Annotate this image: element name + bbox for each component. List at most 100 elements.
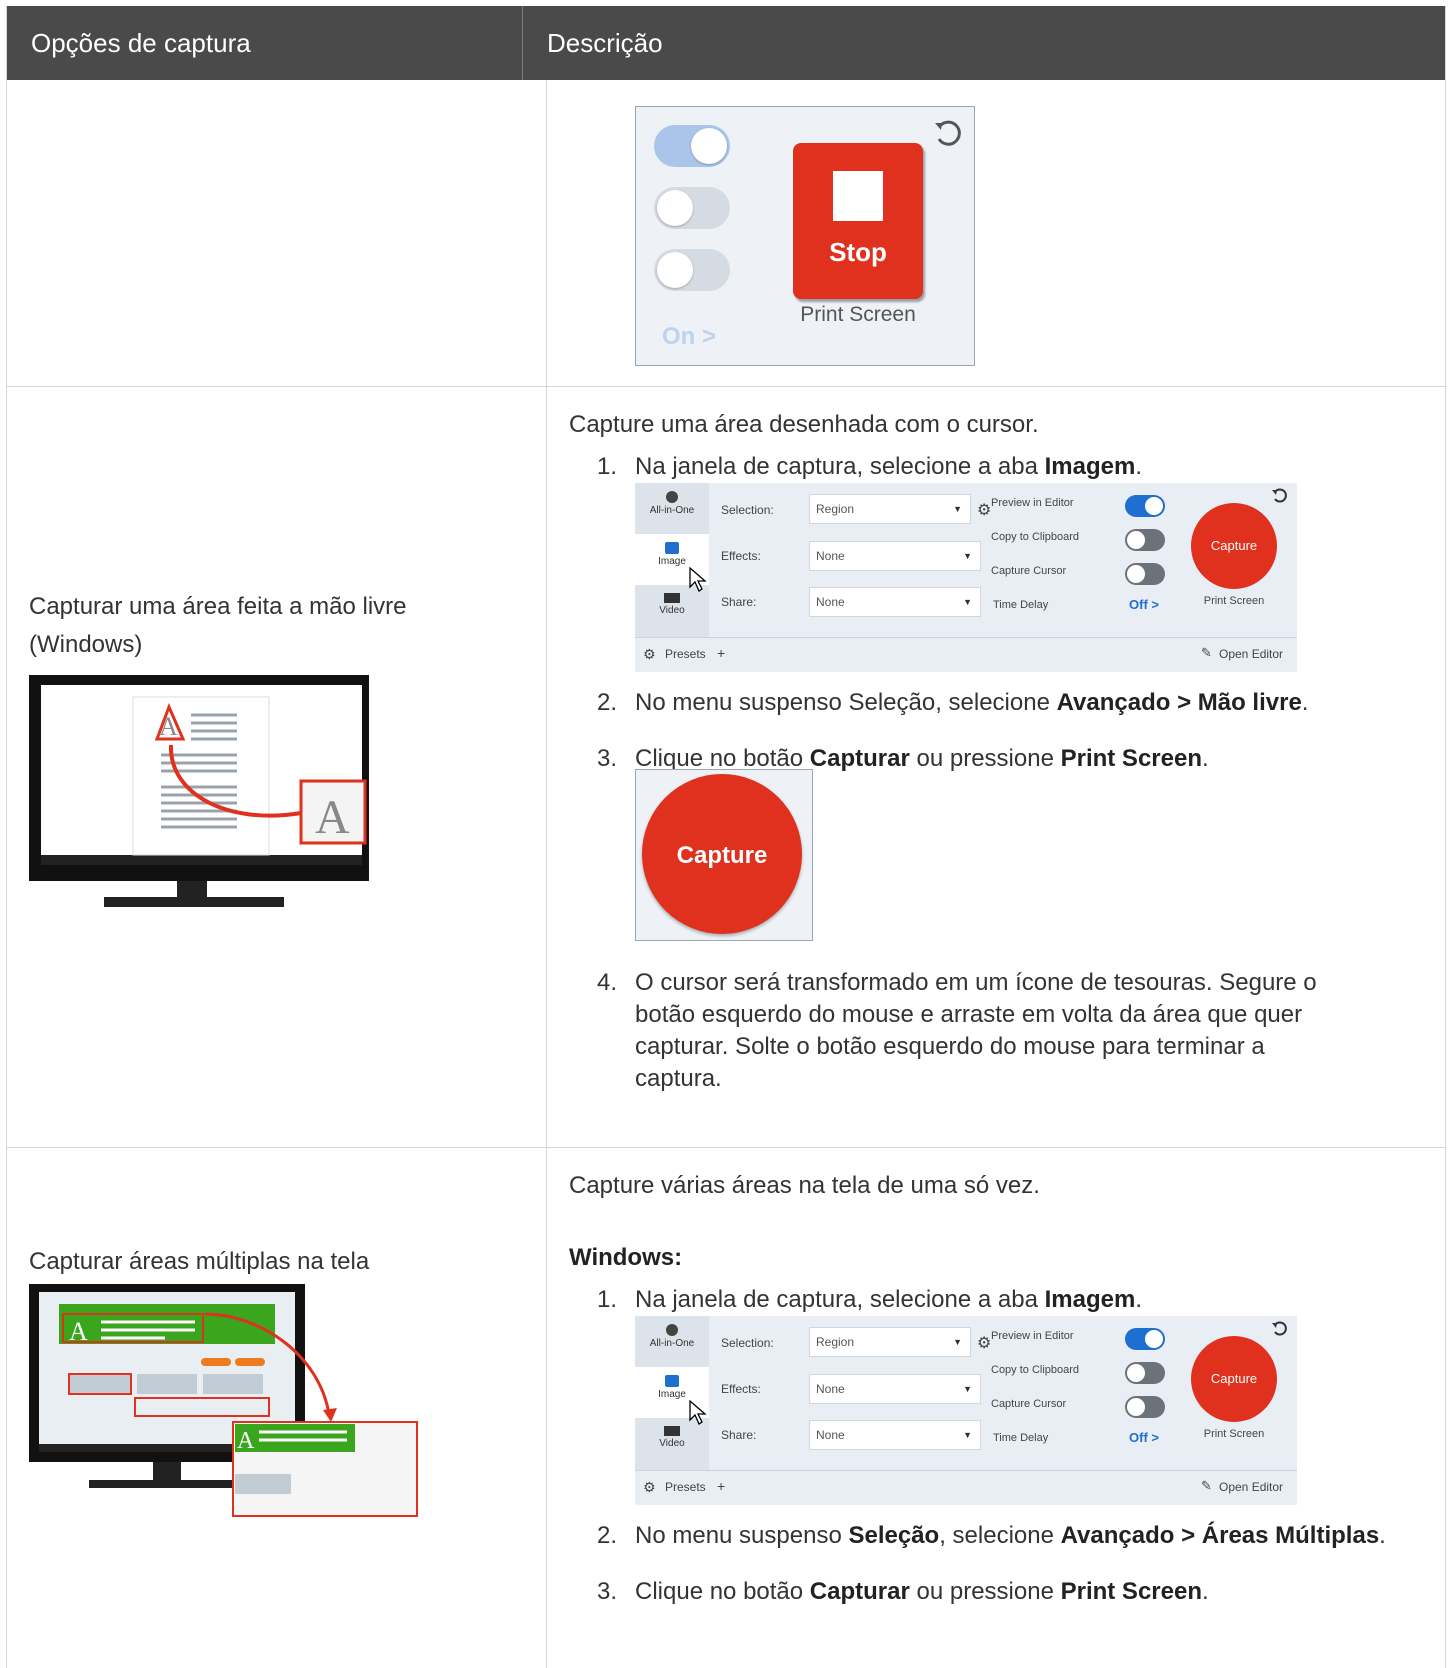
svg-text:A: A xyxy=(237,1428,255,1454)
table-row: Capturar áreas múltiplas na tela A A Cap… xyxy=(7,1148,1445,1668)
effects-dropdown[interactable]: None ▼ xyxy=(809,1374,981,1404)
svg-text:A: A xyxy=(159,712,178,741)
toggle-switch[interactable] xyxy=(654,187,730,229)
add-preset-button[interactable]: + xyxy=(717,645,725,661)
share-label: Share: xyxy=(721,595,757,609)
share-dropdown[interactable]: None ▼ xyxy=(809,1420,981,1450)
capture-cursor-label: Capture Cursor xyxy=(991,565,1067,577)
step-number: 2. xyxy=(597,689,618,716)
freehand-monitor-illustration: A A xyxy=(29,675,369,907)
mouse-pointer-icon xyxy=(689,1400,707,1425)
open-editor-button[interactable]: Open Editor xyxy=(1219,1480,1283,1494)
recording-stop-widget: On > Stop Print Screen xyxy=(635,106,975,366)
step-number: 3. xyxy=(597,1578,618,1605)
selection-label: Selection: xyxy=(721,503,774,517)
capture-cursor-label: Capture Cursor xyxy=(991,1398,1067,1410)
time-delay-value[interactable]: Off > xyxy=(1129,1430,1159,1445)
header-capture-options: Opções de captura xyxy=(7,6,523,80)
open-editor-button[interactable]: Open Editor xyxy=(1219,647,1283,661)
reset-icon[interactable] xyxy=(1271,487,1289,505)
gear-icon[interactable]: ⚙ xyxy=(977,500,991,520)
step-number: 4. xyxy=(597,969,618,996)
tab-all-in-one[interactable]: All-in-One xyxy=(635,483,709,534)
step-4-line: capturar. Solte o botão esquerdo do mous… xyxy=(635,1033,1265,1060)
effects-label: Effects: xyxy=(721,1382,761,1396)
option-cell xyxy=(7,80,547,386)
effects-dropdown[interactable]: None ▼ xyxy=(809,541,981,571)
preview-in-editor-toggle[interactable] xyxy=(1125,495,1165,517)
tab-all-in-one[interactable]: All-in-One xyxy=(635,1316,709,1367)
reset-icon[interactable] xyxy=(1271,1320,1289,1338)
stop-label: Stop xyxy=(829,237,887,267)
intro-text: Capture uma área desenhada com o cursor. xyxy=(569,411,1039,438)
table-row: Capturar uma área feita a mão livre (Win… xyxy=(7,387,1445,1148)
option-title-2: (Windows) xyxy=(29,631,143,658)
time-delay-value[interactable]: Off > xyxy=(1129,597,1159,612)
print-screen-label: Print Screen xyxy=(1203,1428,1265,1440)
step-2: No menu suspenso Seleção, selecione Avan… xyxy=(635,1522,1386,1549)
capture-button-closeup: Capture xyxy=(635,769,813,941)
presets-button[interactable]: Presets xyxy=(665,647,706,661)
gear-icon[interactable]: ⚙ xyxy=(977,1333,991,1353)
svg-text:A: A xyxy=(315,791,350,844)
selection-dropdown[interactable]: Region ▼ xyxy=(809,494,971,524)
time-delay-label: Time Delay xyxy=(993,1432,1049,1444)
copy-to-clipboard-toggle[interactable] xyxy=(1125,1362,1165,1384)
print-screen-label: Print Screen xyxy=(1203,595,1265,607)
camera-icon xyxy=(665,542,679,554)
capture-button[interactable]: Capture xyxy=(1191,1336,1277,1422)
add-preset-button[interactable]: + xyxy=(717,1478,725,1494)
header-description: Descrição xyxy=(547,28,663,58)
step-2: No menu suspenso Seleção, selecione Avan… xyxy=(635,689,1309,716)
intro-text: Capture várias áreas na tela de uma só v… xyxy=(569,1172,1040,1199)
option-title: Capturar uma área feita a mão livre xyxy=(29,593,407,620)
copy-to-clipboard-toggle[interactable] xyxy=(1125,529,1165,551)
toggle-switch[interactable] xyxy=(654,125,730,167)
snagit-capture-panel: All-in-One Image Video Selection: Region… xyxy=(635,1316,1297,1505)
step-number: 2. xyxy=(597,1522,618,1549)
option-cell: Capturar áreas múltiplas na tela A A xyxy=(7,1148,547,1668)
table-header: Opções de captura Descrição xyxy=(7,6,1445,80)
step-3: Clique no botão Capturar ou pressione Pr… xyxy=(635,1578,1209,1605)
step-4-line: captura. xyxy=(635,1065,722,1092)
description-cell: On > Stop Print Screen xyxy=(547,80,1445,386)
preview-in-editor-label: Preview in Editor xyxy=(991,497,1074,509)
capture-button[interactable]: Capture xyxy=(642,774,802,934)
toggle-switch[interactable] xyxy=(654,249,730,291)
print-screen-label: Print Screen xyxy=(800,303,916,326)
camera-icon xyxy=(665,1375,679,1387)
presets-button[interactable]: Presets xyxy=(665,1480,706,1494)
preview-in-editor-toggle[interactable] xyxy=(1125,1328,1165,1350)
snagit-capture-panel: All-in-One Image Video Selection: Region… xyxy=(635,483,1297,672)
panel-footer: ⚙ Presets + ✎ Open Editor xyxy=(635,637,1297,672)
panel-footer: ⚙ Presets + ✎ Open Editor xyxy=(635,1470,1297,1505)
copy-to-clipboard-label: Copy to Clipboard xyxy=(991,531,1080,543)
share-dropdown[interactable]: None ▼ xyxy=(809,587,981,617)
stop-button[interactable]: Stop xyxy=(793,143,923,299)
capture-button[interactable]: Capture xyxy=(1191,503,1277,589)
on-label: On > xyxy=(662,323,717,350)
step-4-line: O cursor será transformado em um ícone d… xyxy=(635,969,1317,996)
video-icon xyxy=(664,593,680,603)
step-4-line: botão esquerdo do mouse e arraste em vol… xyxy=(635,1001,1303,1028)
effects-label: Effects: xyxy=(721,549,761,563)
step-number: 1. xyxy=(597,1286,618,1313)
gear-icon[interactable]: ⚙ xyxy=(643,646,656,663)
stop-square-icon xyxy=(833,171,883,221)
description-cell: Capture uma área desenhada com o cursor.… xyxy=(547,387,1445,1147)
step-number: 1. xyxy=(597,453,618,480)
capture-cursor-toggle[interactable] xyxy=(1125,1396,1165,1418)
table-row: On > Stop Print Screen xyxy=(7,80,1445,387)
mouse-pointer-icon xyxy=(689,567,707,592)
option-cell: Capturar uma área feita a mão livre (Win… xyxy=(7,387,547,1147)
reset-icon[interactable] xyxy=(932,117,964,149)
edit-icon: ✎ xyxy=(1201,1478,1212,1493)
selection-dropdown[interactable]: Region ▼ xyxy=(809,1327,971,1357)
capture-cursor-toggle[interactable] xyxy=(1125,563,1165,585)
edit-icon: ✎ xyxy=(1201,645,1212,660)
selection-label: Selection: xyxy=(721,1336,774,1350)
step-1: Na janela de captura, selecione a aba Im… xyxy=(635,453,1142,480)
gear-icon[interactable]: ⚙ xyxy=(643,1479,656,1496)
copy-to-clipboard-label: Copy to Clipboard xyxy=(991,1364,1080,1376)
time-delay-label: Time Delay xyxy=(993,599,1049,611)
